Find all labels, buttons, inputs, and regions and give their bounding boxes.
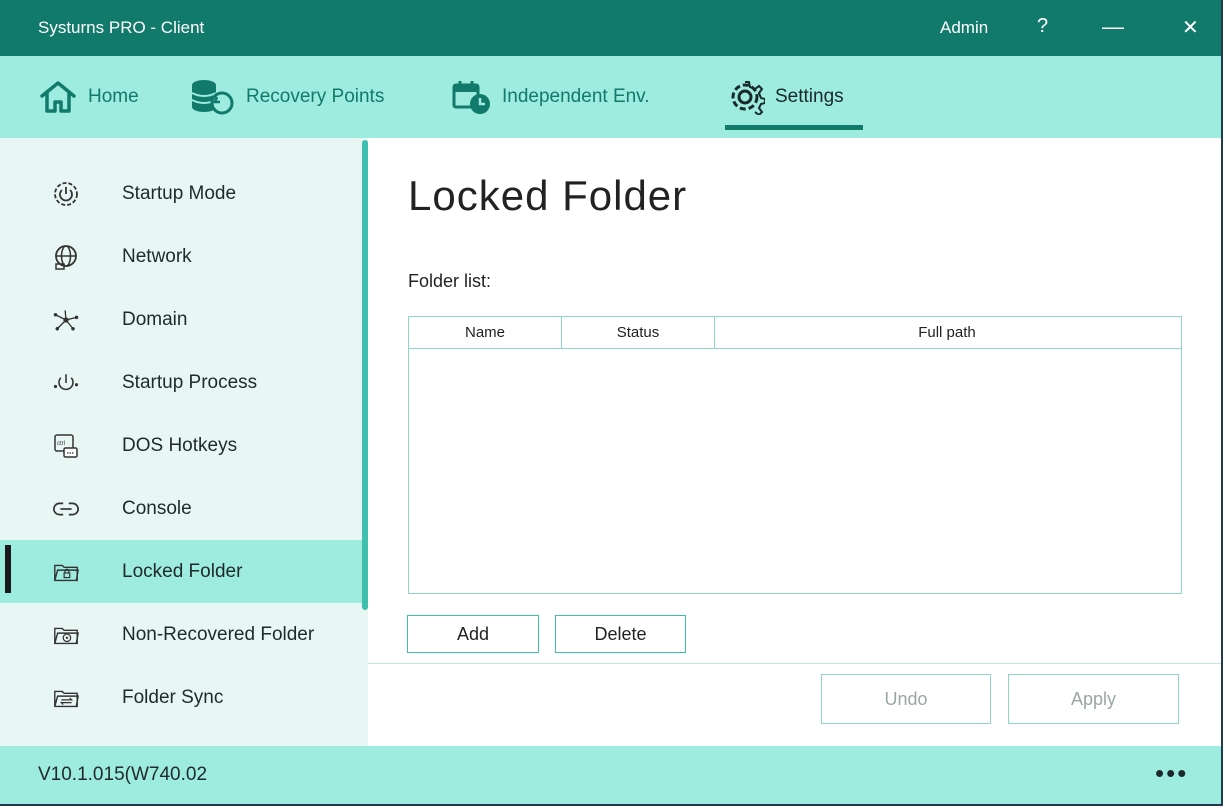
non-recovered-folder-icon — [52, 621, 80, 649]
page-title: Locked Folder — [408, 172, 688, 219]
tab-independent-env[interactable]: Independent Env. — [452, 56, 650, 138]
top-nav: Home Recovery Points Independent Env. Se… — [0, 56, 1221, 138]
network-globe-icon — [52, 243, 80, 271]
gear-icon — [725, 79, 765, 115]
active-tab-underline — [725, 125, 863, 130]
admin-user-button[interactable]: Admin — [940, 18, 988, 38]
sidebar-item-label: Non-Recovered Folder — [122, 623, 315, 645]
calendar-clock-icon — [452, 79, 492, 115]
column-header-status[interactable]: Status — [562, 317, 715, 348]
tab-recovery-points-label: Recovery Points — [246, 86, 385, 107]
help-button[interactable]: ? — [1037, 15, 1048, 38]
tab-home[interactable]: Home — [38, 56, 139, 138]
column-header-full-path[interactable]: Full path — [715, 317, 1179, 348]
sidebar-item-locked-folder[interactable]: Locked Folder — [0, 540, 368, 603]
sidebar-item-folder-sync[interactable]: Folder Sync — [0, 666, 368, 729]
add-button[interactable]: Add — [407, 615, 539, 653]
sidebar-item-label: Locked Folder — [122, 560, 243, 582]
undo-button[interactable]: Undo — [821, 674, 991, 724]
database-restore-icon — [190, 79, 236, 115]
sidebar-item-label: Network — [122, 245, 192, 267]
title-bar: Systurns PRO - Client Admin ? — ✕ — [0, 0, 1221, 56]
svg-text:ctrl: ctrl — [57, 441, 65, 447]
sidebar-item-label: Startup Process — [122, 371, 258, 393]
tab-independent-env-label: Independent Env. — [502, 86, 650, 107]
app-title: Systurns PRO - Client — [38, 18, 205, 37]
sidebar-item-dos-hotkeys[interactable]: ctrl DOS Hotkeys — [0, 414, 368, 477]
delete-button[interactable]: Delete — [555, 615, 686, 653]
sidebar-item-startup-mode[interactable]: Startup Mode — [0, 162, 368, 225]
sidebar-item-non-recovered-folder[interactable]: Non-Recovered Folder — [0, 603, 368, 666]
apply-button[interactable]: Apply — [1008, 674, 1179, 724]
ctrl-key-icon: ctrl — [52, 432, 80, 460]
table-header: Name Status Full path — [409, 317, 1181, 349]
sidebar-item-network[interactable]: Network — [0, 225, 368, 288]
sidebar-item-label: DOS Hotkeys — [122, 434, 238, 456]
version-label: V10.1.015(W740.02 — [38, 764, 208, 785]
sidebar-item-console[interactable]: Console — [0, 477, 368, 540]
content-divider — [368, 663, 1221, 664]
folder-list-label: Folder list: — [408, 271, 492, 291]
main-content: Locked Folder Folder list: Name Status F… — [368, 138, 1221, 746]
settings-sidebar: Startup Mode Network Domain Startup Proc… — [0, 138, 368, 746]
home-icon — [38, 80, 78, 114]
power-process-icon — [52, 369, 80, 397]
more-options-button[interactable]: ••• — [1155, 758, 1188, 789]
folder-table[interactable]: Name Status Full path — [408, 316, 1182, 594]
active-item-marker — [5, 545, 11, 593]
tab-recovery-points[interactable]: Recovery Points — [190, 56, 384, 138]
domain-hub-icon — [52, 306, 80, 334]
sidebar-item-label: Console — [122, 497, 192, 519]
app-window: Systurns PRO - Client Admin ? — ✕ Home R… — [0, 0, 1223, 806]
tab-home-label: Home — [88, 86, 139, 107]
sidebar-item-label: Startup Mode — [122, 182, 237, 204]
sidebar-item-label: Domain — [122, 308, 188, 330]
tab-settings-label: Settings — [775, 86, 844, 107]
startup-mode-icon — [52, 180, 80, 208]
status-bar: V10.1.015(W740.02 ••• — [0, 746, 1221, 804]
close-button[interactable]: ✕ — [1182, 15, 1199, 40]
sidebar-item-domain[interactable]: Domain — [0, 288, 368, 351]
column-header-name[interactable]: Name — [409, 317, 562, 348]
sidebar-item-startup-process[interactable]: Startup Process — [0, 351, 368, 414]
locked-folder-icon — [52, 558, 80, 586]
sidebar-item-label: Folder Sync — [122, 686, 224, 708]
folder-sync-icon — [52, 684, 80, 712]
link-icon — [52, 495, 80, 523]
minimize-button[interactable]: — — [1102, 14, 1124, 40]
